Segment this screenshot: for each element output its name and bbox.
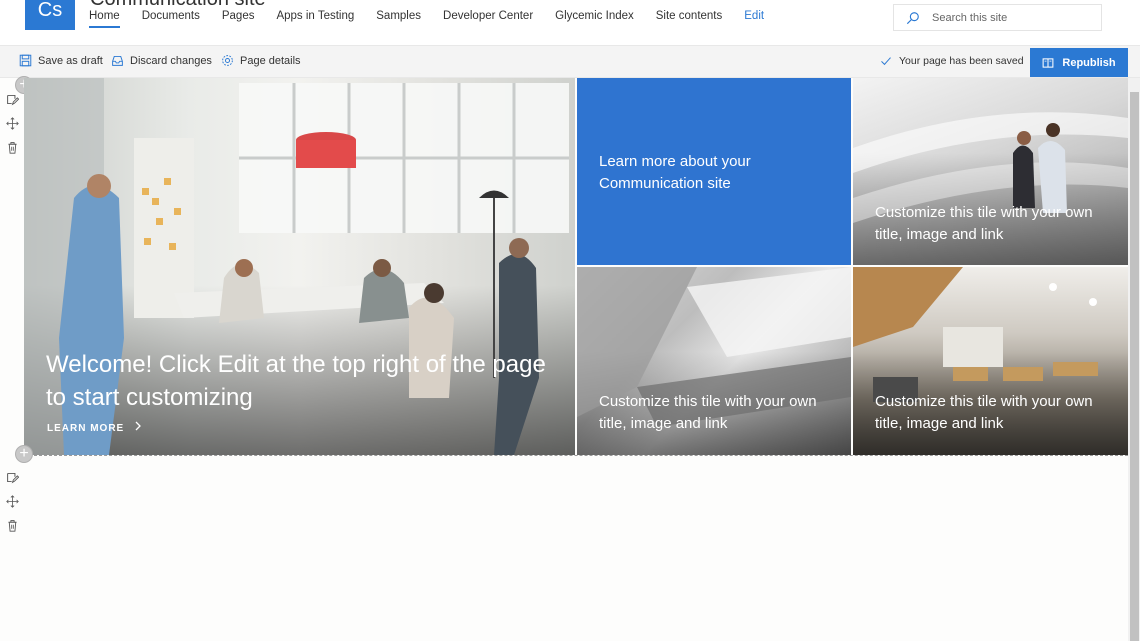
- search-icon: [906, 11, 919, 24]
- gear-icon: [222, 55, 233, 66]
- nav-item-documents[interactable]: Documents: [142, 10, 200, 28]
- hero-tile-people[interactable]: Customize this tile with your own title,…: [853, 78, 1128, 265]
- nav-item-apps-in-testing[interactable]: Apps in Testing: [276, 10, 354, 28]
- save-icon: [19, 54, 32, 67]
- republish-label: Republish: [1062, 56, 1116, 69]
- command-bar: Save as draft Discard changes Page detai…: [0, 45, 1140, 78]
- saved-status: Your page has been saved: [880, 55, 1024, 67]
- discard-icon: [112, 55, 123, 66]
- hero-main-tile[interactable]: Welcome! Click Edit at the top right of …: [24, 78, 575, 455]
- hero-main-title[interactable]: Welcome! Click Edit at the top right of …: [46, 348, 556, 414]
- page-details-button[interactable]: Page details: [221, 54, 301, 67]
- hero-tile-architecture[interactable]: Customize this tile with your own title,…: [577, 267, 851, 455]
- top-navigation: Home Documents Pages Apps in Testing Sam…: [89, 10, 786, 28]
- learn-more-label: LEARN MORE: [47, 423, 125, 434]
- hero-web-part: Welcome! Click Edit at the top right of …: [24, 78, 1128, 455]
- nav-item-glycemic-index[interactable]: Glycemic Index: [555, 10, 634, 28]
- move-section-icon[interactable]: [6, 117, 19, 130]
- nav-item-samples[interactable]: Samples: [376, 10, 421, 28]
- nav-item-developer-center[interactable]: Developer Center: [443, 10, 533, 28]
- nav-edit-link[interactable]: Edit: [744, 10, 764, 28]
- hero-tile-lounge-text: Customize this tile with your own title,…: [875, 393, 1093, 432]
- section-divider: [24, 455, 1128, 456]
- republish-button[interactable]: Republish: [1030, 48, 1128, 77]
- discard-changes-button[interactable]: Discard changes: [111, 54, 212, 67]
- hero-tile-lounge[interactable]: Customize this tile with your own title,…: [853, 267, 1128, 455]
- delete-section-icon[interactable]: [6, 519, 19, 532]
- nav-item-pages[interactable]: Pages: [222, 10, 255, 28]
- hero-tile-architecture-text: Customize this tile with your own title,…: [599, 393, 817, 432]
- republish-icon: [1043, 57, 1054, 68]
- saved-status-text: Your page has been saved: [899, 55, 1024, 67]
- move-section-icon[interactable]: [6, 495, 19, 508]
- scrollbar-thumb[interactable]: [1130, 92, 1139, 641]
- site-logo[interactable]: Cs: [25, 0, 75, 30]
- nav-item-site-contents[interactable]: Site contents: [656, 10, 722, 28]
- nav-item-home[interactable]: Home: [89, 10, 120, 28]
- learn-more-link[interactable]: LEARN MORE: [47, 421, 142, 434]
- add-section-icon[interactable]: +: [15, 445, 33, 463]
- delete-section-icon[interactable]: [6, 141, 19, 154]
- chevron-right-icon: [135, 421, 141, 431]
- site-header: Cs Communication site Home Documents Pag…: [0, 0, 1140, 45]
- check-icon: [881, 57, 891, 66]
- hero-tile-learn-more[interactable]: Learn more about your Communication site: [577, 78, 851, 265]
- edit-section-icon[interactable]: [6, 471, 19, 484]
- hero-tile-people-text: Customize this tile with your own title,…: [875, 204, 1093, 243]
- site-logo-text: Cs: [37, 0, 63, 21]
- discard-changes-label: Discard changes: [130, 54, 212, 67]
- save-as-draft-button[interactable]: Save as draft: [19, 54, 103, 67]
- page-details-label: Page details: [240, 54, 301, 67]
- hero-tile-learn-more-text: Learn more about your Communication site: [599, 153, 751, 192]
- search-input[interactable]: [932, 11, 1092, 24]
- edit-section-icon[interactable]: [6, 93, 19, 106]
- search-box[interactable]: [893, 4, 1102, 31]
- save-as-draft-label: Save as draft: [38, 54, 103, 67]
